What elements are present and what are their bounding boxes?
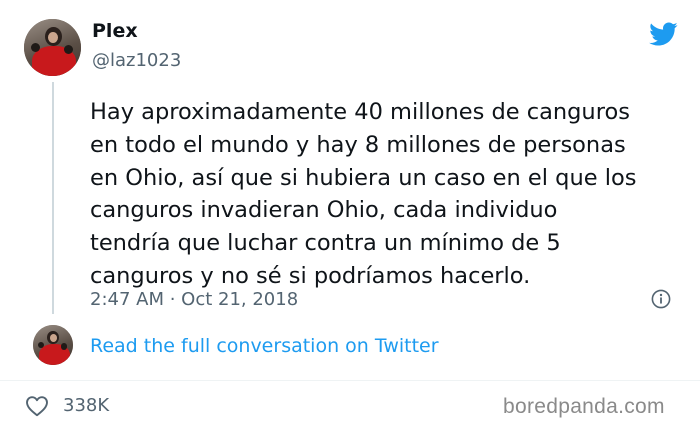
heart-icon[interactable] — [25, 395, 49, 417]
reply-avatar[interactable] — [33, 325, 73, 365]
info-icon[interactable] — [651, 289, 671, 309]
author-avatar[interactable] — [24, 19, 81, 76]
watermark: boredpanda.com — [503, 395, 665, 418]
like-count: 338K — [63, 395, 110, 416]
thread-line — [52, 82, 54, 314]
tweet-timestamp[interactable]: 2:47 AM · Oct 21, 2018 — [90, 289, 298, 310]
read-full-conversation-link[interactable]: Read the full conversation on Twitter — [90, 335, 439, 357]
twitter-bird-icon[interactable] — [646, 19, 680, 49]
divider — [0, 380, 700, 381]
author-handle[interactable]: @laz1023 — [92, 50, 181, 71]
tweet-text: Hay aproximadamente 40 millones de cangu… — [90, 99, 637, 289]
author-name[interactable]: Plex — [92, 20, 138, 42]
